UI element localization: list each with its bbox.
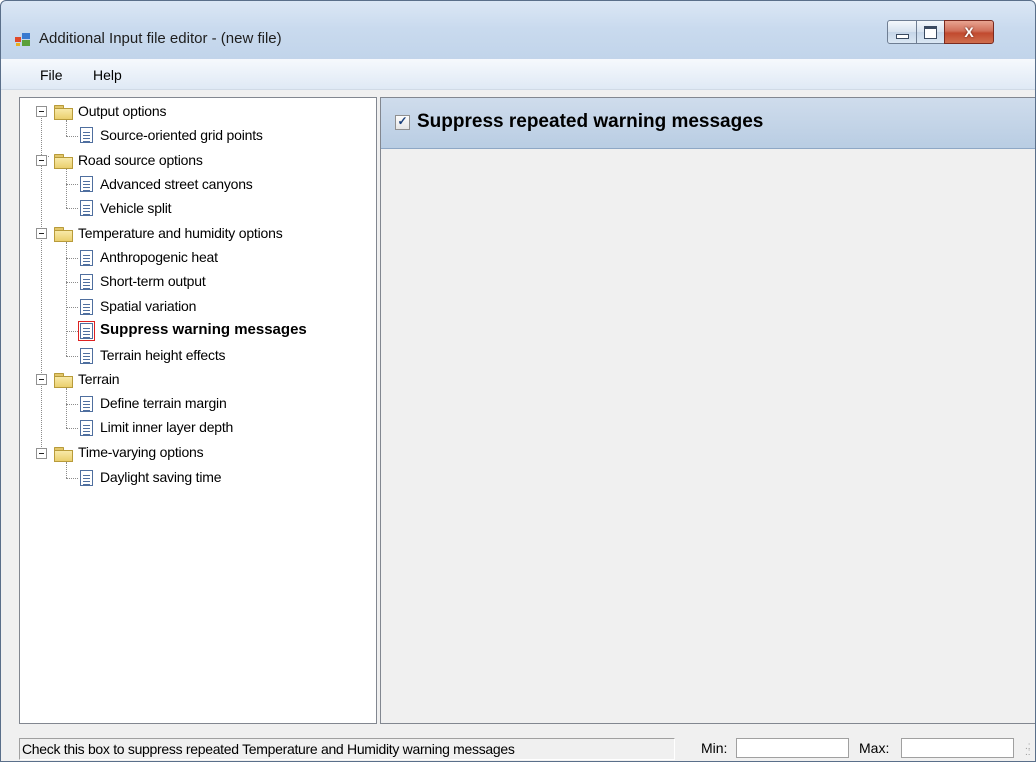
suppress-warnings-label[interactable]: Suppress repeated warning messages <box>417 111 763 133</box>
tree-item-label-selected: Suppress warning messages <box>100 321 307 338</box>
collapse-icon[interactable] <box>36 155 47 166</box>
detail-panel: ✓ Suppress repeated warning messages <box>380 97 1035 724</box>
tree-item-label: Terrain height effects <box>100 347 226 363</box>
option-header: ✓ Suppress repeated warning messages <box>381 98 1035 149</box>
suppress-warnings-checkbox[interactable]: ✓ <box>395 114 410 130</box>
document-icon <box>80 470 93 486</box>
document-icon <box>80 127 93 143</box>
collapse-icon[interactable] <box>36 374 47 385</box>
document-icon <box>80 299 93 315</box>
collapse-icon[interactable] <box>36 448 47 459</box>
tree-item-label: Vehicle split <box>100 200 172 216</box>
tree-group-label: Output options <box>78 103 167 119</box>
close-icon: X <box>964 24 974 40</box>
tree-group-label: Road source options <box>78 152 203 168</box>
folder-icon <box>54 105 73 120</box>
app-icon <box>15 33 30 46</box>
maximize-icon <box>917 21 944 43</box>
min-field <box>736 738 849 758</box>
max-label: Max: <box>859 740 890 756</box>
tree-item-label: Source-oriented grid points <box>100 127 263 143</box>
tree-item-label: Short-term output <box>100 273 206 289</box>
maximize-button[interactable] <box>916 20 945 44</box>
tree-item-label: Define terrain margin <box>100 395 227 411</box>
resize-grip-icon[interactable]: .:.: <box>1025 742 1035 758</box>
menu-bar: File Help <box>1 59 1035 90</box>
document-icon <box>80 274 93 290</box>
tree-group-label: Terrain <box>78 371 120 387</box>
document-icon <box>80 176 93 192</box>
document-icon <box>80 396 93 412</box>
app-window: Additional Input file editor - (new file… <box>0 0 1036 762</box>
document-icon <box>80 250 93 266</box>
status-message: Check this box to suppress repeated Temp… <box>19 738 675 760</box>
title-bar[interactable]: Additional Input file editor - (new file… <box>1 1 1035 57</box>
minimize-icon <box>888 21 916 43</box>
tree-item-label: Advanced street canyons <box>100 176 253 192</box>
collapse-icon[interactable] <box>36 228 47 239</box>
max-field <box>901 738 1014 758</box>
collapse-icon[interactable] <box>36 106 47 117</box>
client-area: File Help Output options Source-oriented… <box>1 59 1035 761</box>
window-title: Additional Input file editor - (new file… <box>39 30 282 47</box>
minimize-button[interactable] <box>887 20 917 44</box>
document-icon <box>80 420 93 436</box>
folder-icon <box>54 154 73 169</box>
options-tree[interactable]: Output options Source-oriented grid poin… <box>19 97 377 724</box>
folder-icon <box>54 447 73 462</box>
checkmark-icon: ✓ <box>397 114 408 128</box>
menu-file[interactable]: File <box>40 67 63 83</box>
folder-icon <box>54 227 73 242</box>
tree-item-label: Daylight saving time <box>100 469 222 485</box>
tree-group-label: Time-varying options <box>78 444 204 460</box>
document-icon <box>80 348 93 364</box>
close-button[interactable]: X <box>944 20 994 44</box>
tree-group-label: Temperature and humidity options <box>78 225 283 241</box>
tree-item-label: Limit inner layer depth <box>100 419 234 435</box>
document-icon <box>80 200 93 216</box>
min-label: Min: <box>701 740 728 756</box>
tree-item-label: Spatial variation <box>100 298 197 314</box>
document-icon <box>78 321 95 341</box>
menu-help[interactable]: Help <box>93 67 122 83</box>
folder-icon <box>54 373 73 388</box>
tree-item-label: Anthropogenic heat <box>100 249 218 265</box>
status-bar: Check this box to suppress repeated Temp… <box>19 738 1035 761</box>
